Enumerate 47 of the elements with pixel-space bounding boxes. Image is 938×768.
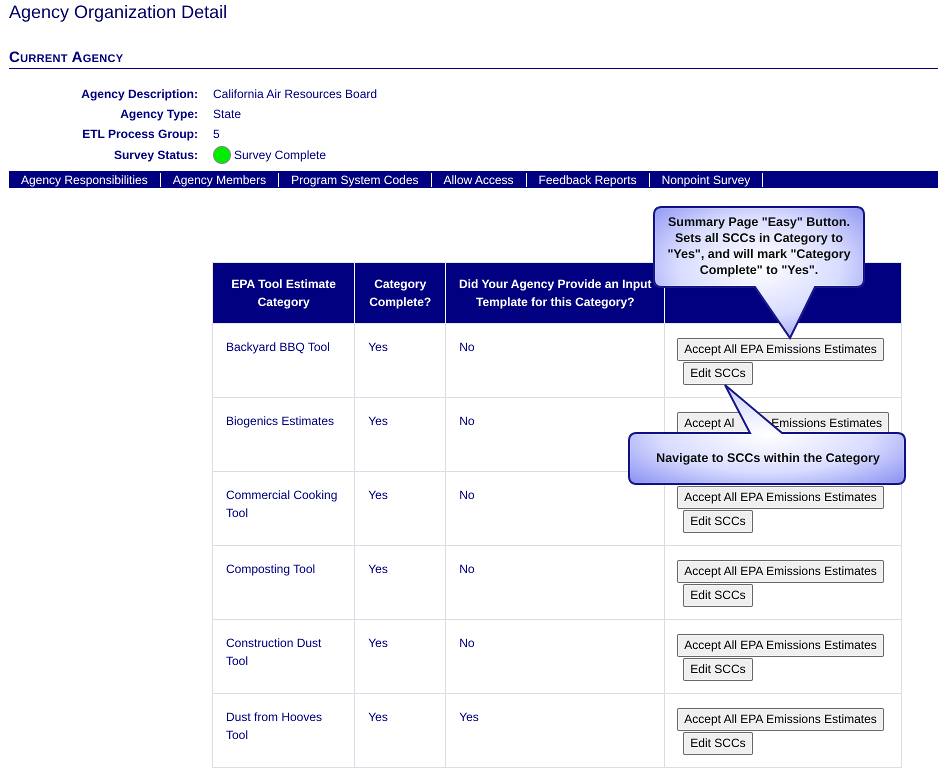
detail-value: State [213,106,242,122]
detail-label: Agency Type: [119,106,198,122]
edit-button[interactable]: Edit SCCs [683,362,753,385]
table-cell: Backyard BBQ Tool [212,324,355,398]
table-cell: Yes [354,694,446,768]
detail-label: Agency Description: [80,86,198,102]
nav-link[interactable]: Allow Access [432,172,527,186]
table-cell: Yes [354,546,446,620]
edit-button[interactable]: Edit SCCs [683,732,753,755]
table-cell: No [446,620,665,694]
nav-link[interactable]: Agency Members [160,172,280,186]
table-cell: Dust from Hooves Tool [212,694,355,768]
page-title: Agency Organization Detail [9,1,228,23]
accept-button[interactable]: Accept All EPA Emissions Estimates [677,708,884,731]
section-heading: Current Agency [9,49,938,69]
edit-button[interactable]: Edit SCCs [683,584,753,607]
detail-label: ETL Process Group: [81,126,198,142]
edit-button[interactable]: Edit SCCs [683,658,753,681]
table-cell: No [446,324,665,398]
table-cell: Commercial Cooking Tool [212,472,355,546]
table-cell: No [446,546,665,620]
table-cell: Yes [354,472,446,546]
table-cell: Construction Dust Tool [212,620,355,694]
accept-button[interactable]: Accept All EPA Emissions Estimates [677,560,884,583]
detail-value: California Air Resources Board [213,86,378,102]
table-cell: Yes [354,324,446,398]
table-cell: Yes [354,620,446,694]
column-header: Category Complete? [354,262,446,324]
table-cell: Composting Tool [212,546,355,620]
nav-link[interactable]: Feedback Reports [526,172,650,186]
nav-link[interactable]: Nonpoint Survey [650,172,764,186]
column-header: Did Your Agency Provide an Input Template for this Category? [446,262,665,324]
callout-text: Summary Page "Easy" Button. Sets all SCCs in Category to "Yes", and will mark "Category Complete" to "Yes". [666,214,852,278]
detail-value: 5 [213,126,221,142]
edit-button[interactable]: Edit SCCs [683,510,753,533]
detail-value: Survey Complete [234,147,326,163]
nav-link[interactable]: Program System Codes [279,172,432,186]
table-cell: Yes [354,398,446,472]
accept-button[interactable]: Accept All EPA Emissions Estimates [677,338,884,361]
nav-link[interactable]: Agency Responsibilities [9,172,161,186]
callout-text: Navigate to SCCs within the Category [655,450,881,466]
detail-label: Survey Status: [112,147,198,163]
column-header: EPA Tool Estimate Category [212,262,355,324]
table-cell: Biogenics Estimates [212,398,355,472]
table-cell: Yes [446,694,665,768]
accept-button[interactable]: Accept All EPA Emissions Estimates [677,486,884,509]
accept-button[interactable]: Accept All EPA Emissions Estimates [677,634,884,657]
